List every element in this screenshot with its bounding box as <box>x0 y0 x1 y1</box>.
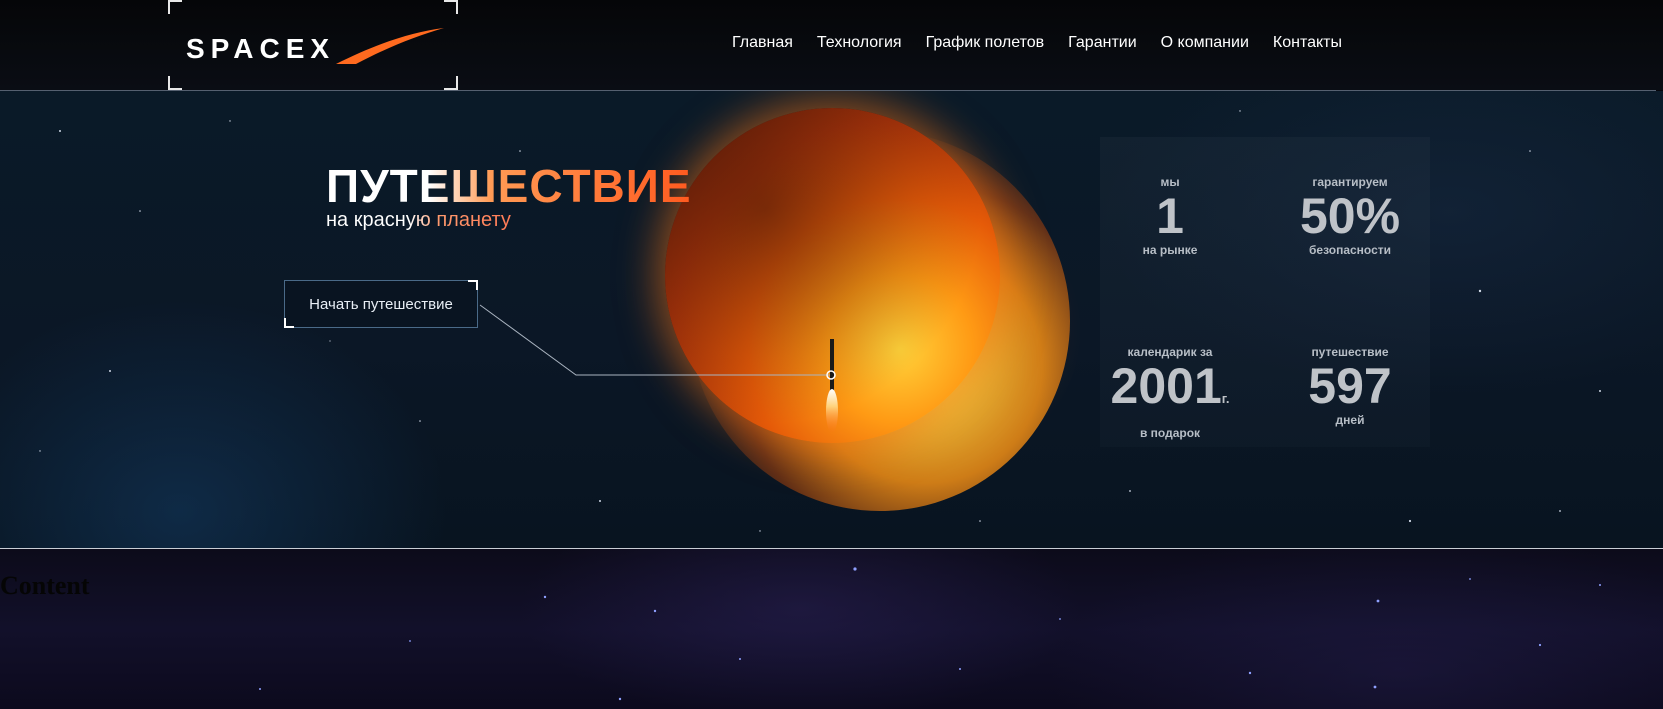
start-journey-button[interactable]: Начать путешествие <box>284 280 478 328</box>
stat-top-label: мы <box>1160 175 1180 189</box>
nav-about[interactable]: О компании <box>1161 34 1249 52</box>
stat-value: 597 <box>1308 358 1392 414</box>
hero-title: ПУТЕШЕСТВИЕ <box>326 160 692 212</box>
button-corner <box>468 280 478 290</box>
stat-top-label: календарик за <box>1127 345 1213 359</box>
nav-technology[interactable]: Технология <box>817 34 902 52</box>
button-corner <box>284 318 294 328</box>
logo-frame-corner <box>444 0 458 14</box>
hero-section: ПУТЕШЕСТВИЕ на красную планету Начать пу… <box>0 91 1663 548</box>
stat-safety: гарантируем 50% безопасности <box>1270 175 1430 257</box>
site-header: SPACEX Главная Технология График полетов… <box>0 0 1663 90</box>
logo-link[interactable]: SPACEX <box>168 0 458 90</box>
stat-top-label: гарантируем <box>1312 175 1388 189</box>
stat-bottom-label: дней <box>1335 413 1365 427</box>
stat-bottom-label: на рынке <box>1142 243 1198 257</box>
spacex-logo: SPACEX <box>186 28 444 64</box>
stat-top-label: путешествие <box>1311 345 1389 359</box>
stat-calendar: календарик за 2001г. в подарок <box>1090 345 1250 440</box>
nav-home[interactable]: Главная <box>732 34 793 52</box>
stat-bottom-label: в подарок <box>1139 426 1201 440</box>
content-section: Content <box>0 549 1663 709</box>
nav-contacts[interactable]: Контакты <box>1273 34 1342 52</box>
stat-value: 2001 <box>1110 358 1222 414</box>
hero-subtitle: на красную планету <box>326 209 511 231</box>
logo-frame-corner <box>444 76 458 90</box>
stat-unit: г. <box>1221 391 1230 406</box>
main-nav: Главная Технология График полетов Гарант… <box>732 34 1342 52</box>
stat-value-wrap: 2001г. <box>1090 359 1250 426</box>
svg-text:SPACEX: SPACEX <box>186 33 335 64</box>
stat-market: мы 1 на рынке <box>1090 175 1250 257</box>
content-heading: Content <box>0 571 90 600</box>
content-starfield <box>259 567 1601 701</box>
nav-flight-schedule[interactable]: График полетов <box>926 34 1045 52</box>
stat-journey-days: путешествие 597 дней <box>1270 345 1430 427</box>
nav-guarantees[interactable]: Гарантии <box>1068 34 1137 52</box>
start-journey-label: Начать путешествие <box>309 295 453 313</box>
logo-frame-corner <box>168 0 182 14</box>
stat-value: 1 <box>1156 188 1184 244</box>
stat-bottom-label: безопасности <box>1308 243 1392 257</box>
logo-frame-corner <box>168 76 182 90</box>
stat-value: 50% <box>1299 188 1401 244</box>
